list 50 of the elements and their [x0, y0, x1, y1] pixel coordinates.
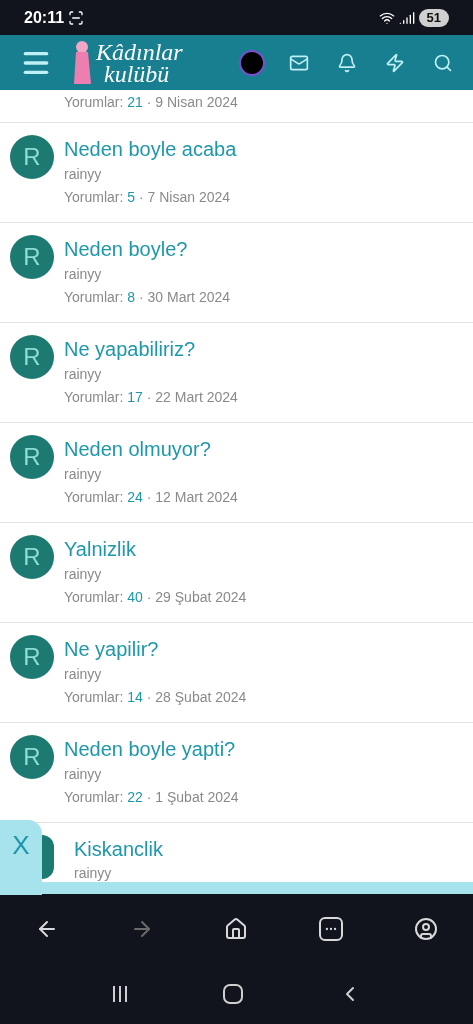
- avatar[interactable]: R: [10, 535, 54, 579]
- battery-indicator: 51: [418, 8, 449, 27]
- thread-meta: Yorumlar: 14 · 28 Şubat 2024: [64, 688, 247, 707]
- screenshot-icon: [68, 9, 85, 26]
- signal-icon: [398, 9, 415, 26]
- thread-title[interactable]: Neden boyle yapti?: [64, 735, 239, 763]
- avatar[interactable]: R: [10, 235, 54, 279]
- thread-author[interactable]: rainyy: [64, 563, 247, 585]
- avatar[interactable]: [42, 835, 54, 879]
- thread-author[interactable]: rainyy: [74, 863, 163, 882]
- home-button[interactable]: [223, 984, 244, 1004]
- user-avatar[interactable]: [239, 49, 265, 76]
- thread-meta: Yorumlar: 24 · 12 Mart 2024: [64, 488, 238, 507]
- home-icon[interactable]: [224, 917, 249, 941]
- thread-meta: Yorumlar: 22 · 1 Şubat 2024: [64, 788, 239, 807]
- avatar[interactable]: R: [10, 335, 54, 379]
- thread-meta: Yorumlar: 8 · 30 Mart 2024: [64, 288, 231, 307]
- account-icon[interactable]: [413, 917, 438, 941]
- thread-title[interactable]: Neden olmuyor?: [64, 435, 238, 463]
- site-logo[interactable]: Kâdınlar kulübü: [72, 39, 183, 86]
- tabs-icon[interactable]: [319, 917, 344, 941]
- logo-text: kulübü: [103, 62, 171, 85]
- bell-icon[interactable]: [337, 52, 357, 73]
- avatar[interactable]: R: [10, 135, 54, 179]
- logo-text: Kâdınlar: [96, 40, 183, 63]
- thread-author[interactable]: rainyy: [64, 263, 231, 285]
- thread-meta: Yorumlar: 21 · 9 Nisan 2024: [64, 93, 239, 112]
- thread-meta: Yorumlar: 40 · 29 Şubat 2024: [64, 588, 247, 607]
- thread-author[interactable]: rainyy: [64, 163, 237, 185]
- avatar[interactable]: R: [10, 635, 54, 679]
- thread-author[interactable]: rainyy: [64, 363, 238, 385]
- thread-author[interactable]: rainyy: [64, 463, 238, 485]
- thread-title[interactable]: Yalnizlik: [64, 535, 247, 563]
- recent-apps-icon[interactable]: [111, 985, 130, 1003]
- woman-figure-icon: [72, 39, 92, 86]
- status-time: 20:11: [24, 7, 65, 28]
- thread-title[interactable]: Neden boyle acaba: [64, 135, 237, 163]
- close-tab[interactable]: X: [0, 820, 42, 895]
- thread-title[interactable]: Kiskanclik: [74, 835, 163, 863]
- search-icon[interactable]: [433, 52, 453, 73]
- avatar[interactable]: R: [10, 435, 54, 479]
- lightning-icon[interactable]: [385, 52, 405, 73]
- thread-author[interactable]: rainyy: [64, 763, 239, 785]
- thread-title[interactable]: Neden boyle?: [64, 235, 231, 263]
- thread-title[interactable]: Ne yapabiliriz?: [64, 335, 238, 363]
- thread-meta: Yorumlar: 17 · 22 Mart 2024: [64, 388, 238, 407]
- avatar[interactable]: R: [10, 735, 54, 779]
- thread-meta: Yorumlar: 5 · 7 Nisan 2024: [64, 188, 232, 207]
- thread-author[interactable]: rainyy: [64, 663, 247, 685]
- thread-title[interactable]: Ne yapilir?: [64, 635, 247, 663]
